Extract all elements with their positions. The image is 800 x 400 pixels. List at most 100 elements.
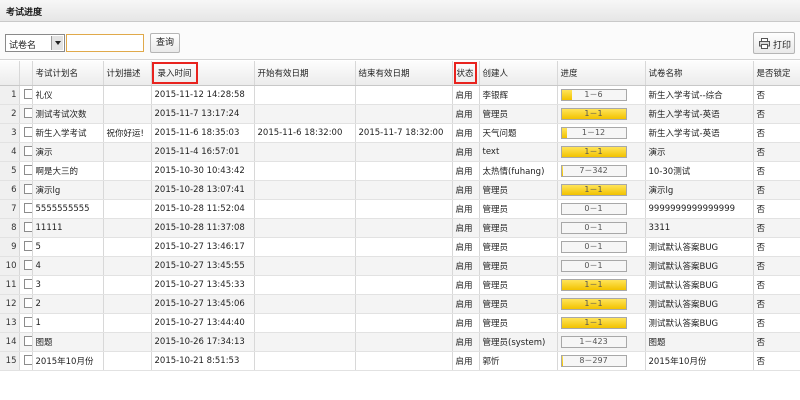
row-checkbox[interactable] [19,237,33,257]
progress-text: 1－1 [584,109,603,118]
cell-locked: 否 [753,351,800,371]
progress-bar: 8－297 [560,355,627,367]
cell-plan-name: 1 [32,313,104,333]
table-row[interactable]: 4 演示 2015-11-4 16:57:01 启用 text 1－1 演示否 [0,142,800,162]
column-header-progress[interactable]: 进度 [557,61,646,86]
checkbox[interactable] [23,146,31,157]
cell-status: 启用 [452,142,480,162]
cell-locked: 否 [753,85,800,105]
highlight-box: 状态 [453,61,477,84]
checkbox[interactable] [23,89,31,100]
row-checkbox[interactable] [19,85,33,105]
progress-text: 1－1 [584,318,603,327]
column-header-entry-time[interactable]: 录入时间 [151,61,255,86]
row-checkbox[interactable] [19,313,33,333]
table-row[interactable]: 1 礼仪 2015-11-12 14:28:58 启用 李银辉 1－6 新生入学考试--综合… [0,85,800,105]
row-number: 12 [0,294,20,314]
row-checkbox[interactable] [19,275,33,295]
table-row[interactable]: 5 啊是大三的 2015-10-30 10:43:42 启用 太热情(fuhang) 7－… [0,161,800,181]
row-checkbox[interactable] [19,180,33,200]
cell-start-date [254,218,356,238]
cell-creator: 天气问题 [479,123,558,143]
query-button[interactable]: 查询 [150,33,180,53]
table-row[interactable]: 8 11111 2015-10-28 11:37:08 启用 管理员 0－1 3311 否 [0,218,800,238]
print-button[interactable]: 打印 [753,32,795,54]
checkbox[interactable] [23,184,31,195]
column-header-paper-name[interactable]: 试卷名称 [645,61,754,86]
cell-start-date [254,161,356,181]
table-row[interactable]: 12 2 2015-10-27 13:45:06 启用 管理员 1－1 测试默认答案BUG 否 [0,294,800,314]
table-row[interactable]: 13 1 2015-10-27 13:44:40 启用 管理员 1－1 测试默认答案BUG 否 [0,313,800,333]
checkbox[interactable] [23,241,31,252]
checkbox[interactable] [23,279,31,290]
checkbox[interactable] [23,317,31,328]
table-row[interactable]: 14 图题 2015-10-26 17:34:13 启用 管理员(system) 1－42… [0,332,800,352]
cell-creator: 管理员 [479,275,558,295]
search-input[interactable] [66,34,144,52]
cell-creator: 管理员 [479,256,558,276]
table-row[interactable]: 9 5 2015-10-27 13:46:17 启用 管理员 0－1 测试默认答案BUG 否 [0,237,800,257]
progress-bar: 1－1 [560,146,627,158]
search-field-select[interactable]: 试卷名 [5,34,65,52]
row-checkbox[interactable] [19,104,33,124]
table-row[interactable]: 6 演示lg 2015-10-28 13:07:41 启用 管理员 1－1 演示lg 否 [0,180,800,200]
cell-progress: 1－6 [557,85,646,105]
chevron-down-icon[interactable] [51,36,63,50]
cell-status: 启用 [452,180,480,200]
checkbox[interactable] [23,222,31,233]
table-row[interactable]: 15 2015年10月份 2015-10-21 8:51:53 启用 郭忻 8－297 20… [0,351,800,371]
checkbox[interactable] [23,355,31,366]
cell-progress: 0－1 [557,218,646,238]
cell-paper-name: 新生入学考试-英语 [645,104,754,124]
cell-start-date [254,351,356,371]
row-number: 1 [0,85,20,105]
column-header-start-date[interactable]: 开始有效日期 [254,61,356,86]
checkbox[interactable] [23,260,31,271]
column-header-locked[interactable]: 是否锁定 [753,61,800,86]
table-row[interactable]: 10 4 2015-10-27 13:45:55 启用 管理员 0－1 测试默认答案BUG 否 [0,256,800,276]
checkbox[interactable] [23,127,31,138]
column-header-end-date[interactable]: 结束有效日期 [355,61,453,86]
row-number: 6 [0,180,20,200]
checkbox[interactable] [23,298,31,309]
row-checkbox[interactable] [19,256,33,276]
panel-header: 考试进度 [0,0,800,22]
column-header-creator[interactable]: 创建人 [479,61,558,86]
cell-progress: 1－1 [557,180,646,200]
cell-paper-name: 9999999999999999 [645,199,754,219]
cell-locked: 否 [753,237,800,257]
cell-start-date [254,275,356,295]
row-checkbox[interactable] [19,218,33,238]
table-row[interactable]: 3 新生入学考试 祝你好运! 2015-11-6 18:35:03 2015-11-6 … [0,123,800,143]
cell-creator: 管理员 [479,237,558,257]
row-checkbox[interactable] [19,294,33,314]
row-checkbox[interactable] [19,142,33,162]
cell-paper-name: 测试默认答案BUG [645,294,754,314]
cell-plan-name: 图题 [32,332,104,352]
cell-creator: 李银辉 [479,85,558,105]
column-header-plan-name[interactable]: 考试计划名 [32,61,104,86]
cell-paper-name: 新生入学考试--综合 [645,85,754,105]
row-checkbox[interactable] [19,123,33,143]
cell-progress: 1－1 [557,294,646,314]
column-header-plan-desc[interactable]: 计划描述 [103,61,152,86]
cell-end-date [355,85,453,105]
checkbox[interactable] [23,108,31,119]
checkbox[interactable] [23,336,31,347]
table-row[interactable]: 11 3 2015-10-27 13:45:33 启用 管理员 1－1 测试默认答案BUG 否 [0,275,800,295]
cell-locked: 否 [753,161,800,181]
table-row[interactable]: 2 测试考试次数 2015-11-7 13:17:24 启用 管理员 1－1 新生入学考试-… [0,104,800,124]
checkbox[interactable] [23,203,31,214]
cell-plan-name: 4 [32,256,104,276]
row-checkbox[interactable] [19,199,33,219]
cell-start-date [254,294,356,314]
row-checkbox[interactable] [19,161,33,181]
page-title: 考试进度 [6,8,43,18]
row-checkbox[interactable] [19,332,33,352]
cell-locked: 否 [753,123,800,143]
column-header-status[interactable]: 状态 [452,61,480,86]
table-row[interactable]: 7 5555555555 2015-10-28 11:52:04 启用 管理员 0－1 99… [0,199,800,219]
checkbox[interactable] [23,165,31,176]
cell-end-date [355,161,453,181]
row-checkbox[interactable] [19,351,33,371]
